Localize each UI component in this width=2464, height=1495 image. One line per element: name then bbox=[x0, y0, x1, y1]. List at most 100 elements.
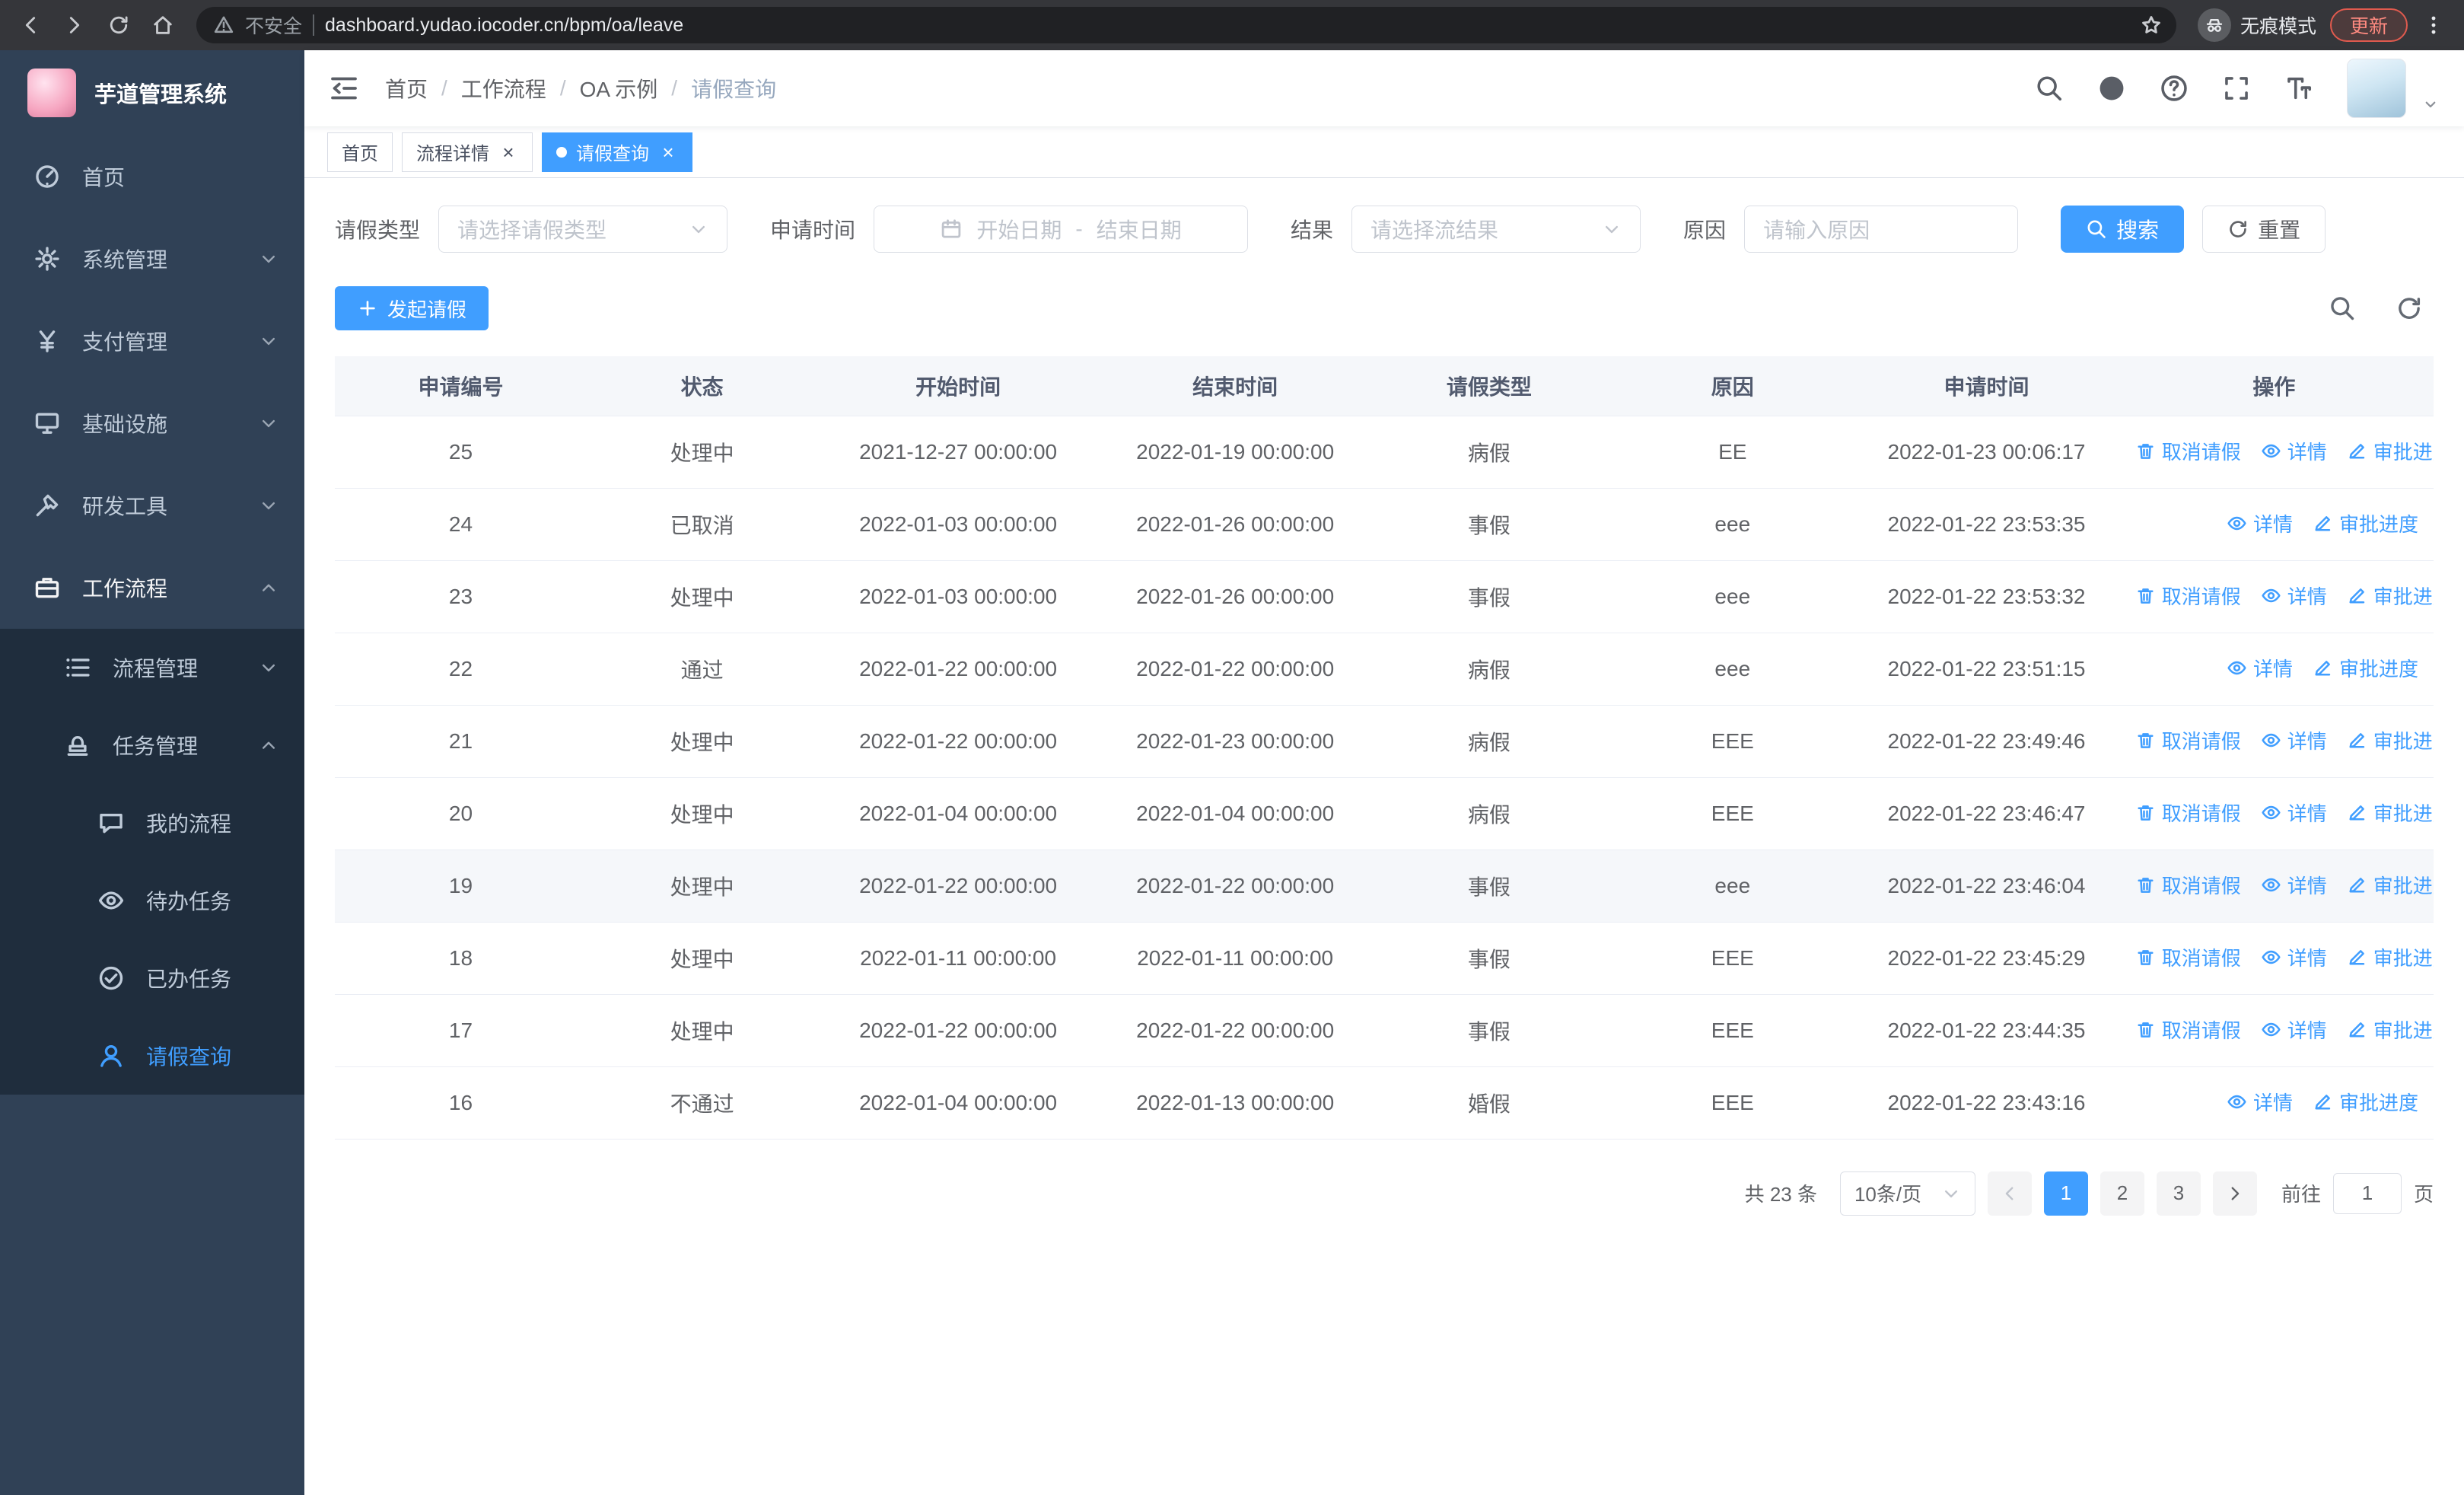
view-icon bbox=[2227, 513, 2247, 534]
approval-progress-action[interactable]: 审批进度 bbox=[2347, 799, 2434, 827]
toggle-search-icon[interactable] bbox=[2329, 295, 2356, 322]
leave-type-select[interactable]: 请选择请假类型 bbox=[438, 206, 728, 253]
prev-page-button[interactable] bbox=[1987, 1171, 2032, 1216]
detail-action[interactable]: 详情 bbox=[2261, 437, 2327, 465]
approval-progress-action[interactable]: 审批进度 bbox=[2313, 509, 2418, 537]
security-warning-label[interactable]: 不安全 bbox=[245, 11, 302, 39]
close-icon[interactable]: × bbox=[658, 142, 678, 162]
browser-menu-icon[interactable] bbox=[2415, 7, 2452, 43]
detail-action[interactable]: 详情 bbox=[2261, 943, 2327, 971]
cell-end: 2022-01-11 00:00:00 bbox=[1098, 922, 1372, 995]
detail-action[interactable]: 详情 bbox=[2261, 799, 2327, 827]
breadcrumb-item[interactable]: 首页 bbox=[385, 73, 428, 104]
collapse-sidebar-icon[interactable] bbox=[329, 73, 359, 104]
cell-start: 2022-01-11 00:00:00 bbox=[817, 922, 1099, 995]
cell-applied: 2022-01-22 23:46:04 bbox=[1858, 850, 2115, 923]
question-icon[interactable] bbox=[2160, 74, 2189, 103]
breadcrumb-item[interactable]: 工作流程 bbox=[461, 73, 546, 104]
bookmark-star-icon[interactable] bbox=[2140, 14, 2163, 37]
avatar[interactable] bbox=[2347, 59, 2406, 118]
page-button-1[interactable]: 1 bbox=[2043, 1171, 2088, 1216]
reason-label: 原因 bbox=[1683, 218, 1727, 242]
result-select[interactable]: 请选择流结果 bbox=[1351, 206, 1641, 253]
action-label: 审批进度 bbox=[2373, 802, 2434, 825]
view-icon bbox=[2261, 1019, 2281, 1040]
tabs-bar: 首页 流程详情 × 请假查询 × bbox=[304, 126, 2464, 178]
sidebar-item-process-mgmt[interactable]: 流程管理 bbox=[0, 629, 304, 706]
tab-process-detail[interactable]: 流程详情 × bbox=[402, 132, 533, 172]
approval-progress-action[interactable]: 审批进度 bbox=[2347, 726, 2434, 754]
cell-applied: 2022-01-22 23:49:46 bbox=[1858, 705, 2115, 778]
view-icon bbox=[2261, 730, 2281, 751]
cancel-leave-action[interactable]: 取消请假 bbox=[2135, 726, 2241, 754]
detail-action[interactable]: 详情 bbox=[2261, 582, 2327, 610]
tab-leave-query[interactable]: 请假查询 × bbox=[542, 132, 692, 172]
refresh-table-icon[interactable] bbox=[2396, 295, 2423, 322]
close-icon[interactable]: × bbox=[498, 142, 518, 162]
chevron-down-icon bbox=[259, 249, 279, 269]
sidebar-item-task-mgmt[interactable]: 任务管理 bbox=[0, 706, 304, 784]
search-button[interactable]: 搜索 bbox=[2061, 206, 2185, 253]
create-leave-button[interactable]: 发起请假 bbox=[335, 286, 489, 330]
sidebar-item-system[interactable]: 系统管理 bbox=[0, 218, 304, 300]
sidebar-item-devtools[interactable]: 研发工具 bbox=[0, 464, 304, 547]
sidebar-item-done-tasks[interactable]: 已办任务 bbox=[0, 939, 304, 1017]
reload-icon[interactable] bbox=[100, 7, 137, 43]
sidebar-item-home[interactable]: 首页 bbox=[0, 135, 304, 218]
address-bar[interactable]: 不安全 dashboard.yudao.iocoder.cn/bpm/oa/le… bbox=[196, 7, 2176, 43]
sidebar-item-todo-tasks[interactable]: 待办任务 bbox=[0, 862, 304, 939]
detail-action[interactable]: 详情 bbox=[2227, 654, 2293, 682]
app-logo[interactable]: 芋道管理系统 bbox=[0, 50, 304, 135]
cancel-leave-action[interactable]: 取消请假 bbox=[2135, 799, 2241, 827]
approval-progress-action[interactable]: 审批进度 bbox=[2313, 1088, 2418, 1116]
search-icon[interactable] bbox=[2035, 74, 2064, 103]
cancel-leave-action[interactable]: 取消请假 bbox=[2135, 1015, 2241, 1044]
detail-action[interactable]: 详情 bbox=[2261, 1015, 2327, 1044]
approval-progress-action[interactable]: 审批进度 bbox=[2347, 437, 2434, 465]
avatar-caret-icon[interactable] bbox=[2421, 95, 2440, 113]
detail-action[interactable]: 详情 bbox=[2227, 509, 2293, 537]
goto-page-input[interactable] bbox=[2332, 1172, 2402, 1214]
approval-progress-action[interactable]: 审批进度 bbox=[2347, 582, 2434, 610]
sidebar-item-workflow[interactable]: 工作流程 bbox=[0, 547, 304, 629]
sidebar-item-leave-query[interactable]: 请假查询 bbox=[0, 1017, 304, 1095]
approval-progress-action[interactable]: 审批进度 bbox=[2347, 871, 2434, 899]
top-navbar: 首页 / 工作流程 / OA 示例 / 请假查询 bbox=[304, 50, 2464, 126]
detail-action[interactable]: 详情 bbox=[2261, 871, 2327, 899]
approval-progress-action[interactable]: 审批进度 bbox=[2347, 943, 2434, 971]
forward-icon[interactable] bbox=[56, 7, 93, 43]
action-label: 审批进度 bbox=[2373, 730, 2434, 753]
cancel-leave-action[interactable]: 取消请假 bbox=[2135, 943, 2241, 971]
reason-input[interactable]: 请输入原因 bbox=[1744, 206, 2019, 253]
sidebar-item-payment[interactable]: 支付管理 bbox=[0, 300, 304, 382]
next-page-button[interactable] bbox=[2212, 1171, 2257, 1216]
page-button-2[interactable]: 2 bbox=[2099, 1171, 2144, 1216]
github-icon[interactable] bbox=[2097, 74, 2126, 103]
apply-time-range-picker[interactable]: 开始日期 - 结束日期 bbox=[874, 206, 1249, 253]
update-button[interactable]: 更新 bbox=[2329, 8, 2408, 42]
approval-progress-action[interactable]: 审批进度 bbox=[2313, 654, 2418, 682]
page-button-3[interactable]: 3 bbox=[2156, 1171, 2201, 1216]
reset-button[interactable]: 重置 bbox=[2202, 206, 2326, 253]
result-placeholder: 请选择流结果 bbox=[1370, 218, 1499, 242]
tab-home[interactable]: 首页 bbox=[327, 132, 393, 172]
cell-start: 2022-01-22 00:00:00 bbox=[817, 850, 1099, 923]
cell-applied: 2022-01-22 23:45:29 bbox=[1858, 922, 2115, 995]
back-icon[interactable] bbox=[12, 7, 49, 43]
fontsize-icon[interactable] bbox=[2284, 74, 2313, 103]
home-icon[interactable] bbox=[145, 7, 181, 43]
cell-reason: EEE bbox=[1606, 922, 1859, 995]
approval-progress-action[interactable]: 审批进度 bbox=[2347, 1015, 2434, 1044]
breadcrumb-item[interactable]: OA 示例 bbox=[580, 73, 658, 104]
sidebar-item-infrastructure[interactable]: 基础设施 bbox=[0, 382, 304, 464]
cancel-leave-action[interactable]: 取消请假 bbox=[2135, 582, 2241, 610]
reload-arrow-icon bbox=[107, 14, 130, 37]
page-size-select[interactable]: 10条/页 bbox=[1839, 1171, 1975, 1216]
cancel-leave-action[interactable]: 取消请假 bbox=[2135, 871, 2241, 899]
detail-action[interactable]: 详情 bbox=[2227, 1088, 2293, 1116]
cell-id: 20 bbox=[335, 777, 587, 850]
sidebar-item-my-process[interactable]: 我的流程 bbox=[0, 784, 304, 862]
fullscreen-icon[interactable] bbox=[2222, 74, 2251, 103]
detail-action[interactable]: 详情 bbox=[2261, 726, 2327, 754]
cancel-leave-action[interactable]: 取消请假 bbox=[2135, 437, 2241, 465]
